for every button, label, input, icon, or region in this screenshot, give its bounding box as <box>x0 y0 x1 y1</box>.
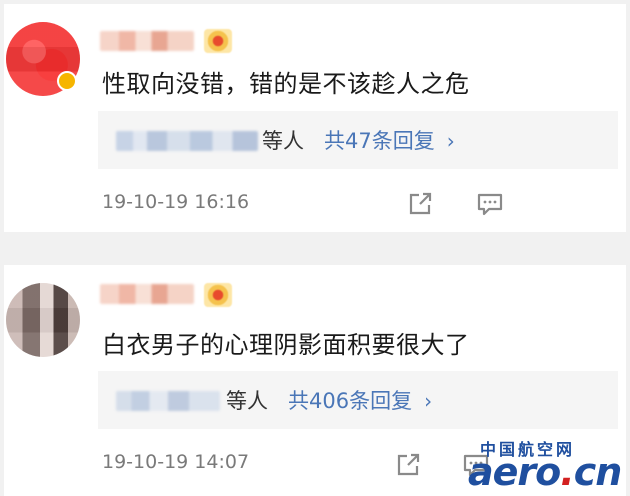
watermark-logo-dot: . <box>560 450 574 494</box>
username-blurred[interactable] <box>100 284 194 304</box>
chevron-right-icon: › <box>446 129 455 153</box>
vip-badge-icon <box>204 283 232 307</box>
watermark-logo-tld: cn <box>573 450 623 494</box>
watermark-logo: aero.cn <box>468 450 623 494</box>
chevron-right-icon: › <box>424 389 433 413</box>
reply-count-link[interactable]: 共406条回复 › <box>288 385 432 415</box>
comment-icon[interactable] <box>476 190 504 218</box>
share-icon[interactable] <box>406 190 434 218</box>
comment-text: 白衣男子的心理阴影面积要很大了 <box>102 331 470 359</box>
reply-users-blurred <box>116 131 258 151</box>
site-watermark: 中国航空网 aero.cn <box>468 436 628 494</box>
username-blurred[interactable] <box>100 31 194 51</box>
vip-badge-icon <box>204 29 232 53</box>
reply-count-text: 共47条回复 <box>324 129 435 153</box>
comment-card: 性取向没错，错的是不该趁人之危 等人 共47条回复 › 19-10-19 16:1… <box>4 4 626 232</box>
watermark-logo-main: aero <box>468 450 561 494</box>
reply-count-text: 共406条回复 <box>288 389 413 413</box>
reply-summary[interactable]: 等人 共47条回复 › <box>98 111 618 169</box>
reply-count-link[interactable]: 共47条回复 › <box>324 125 455 155</box>
share-icon[interactable] <box>394 451 422 479</box>
timestamp: 19-10-19 16:16 <box>102 191 250 213</box>
reply-summary[interactable]: 等人 共406条回复 › <box>98 371 618 429</box>
verified-badge-icon <box>57 71 77 91</box>
timestamp: 19-10-19 14:07 <box>102 451 250 473</box>
reply-suffix: 等人 <box>226 389 268 413</box>
avatar[interactable] <box>6 283 80 357</box>
reply-suffix: 等人 <box>262 129 304 153</box>
comment-text: 性取向没错，错的是不该趁人之危 <box>102 70 470 98</box>
avatar-mosaic <box>6 283 80 357</box>
reply-users-blurred <box>116 391 220 411</box>
